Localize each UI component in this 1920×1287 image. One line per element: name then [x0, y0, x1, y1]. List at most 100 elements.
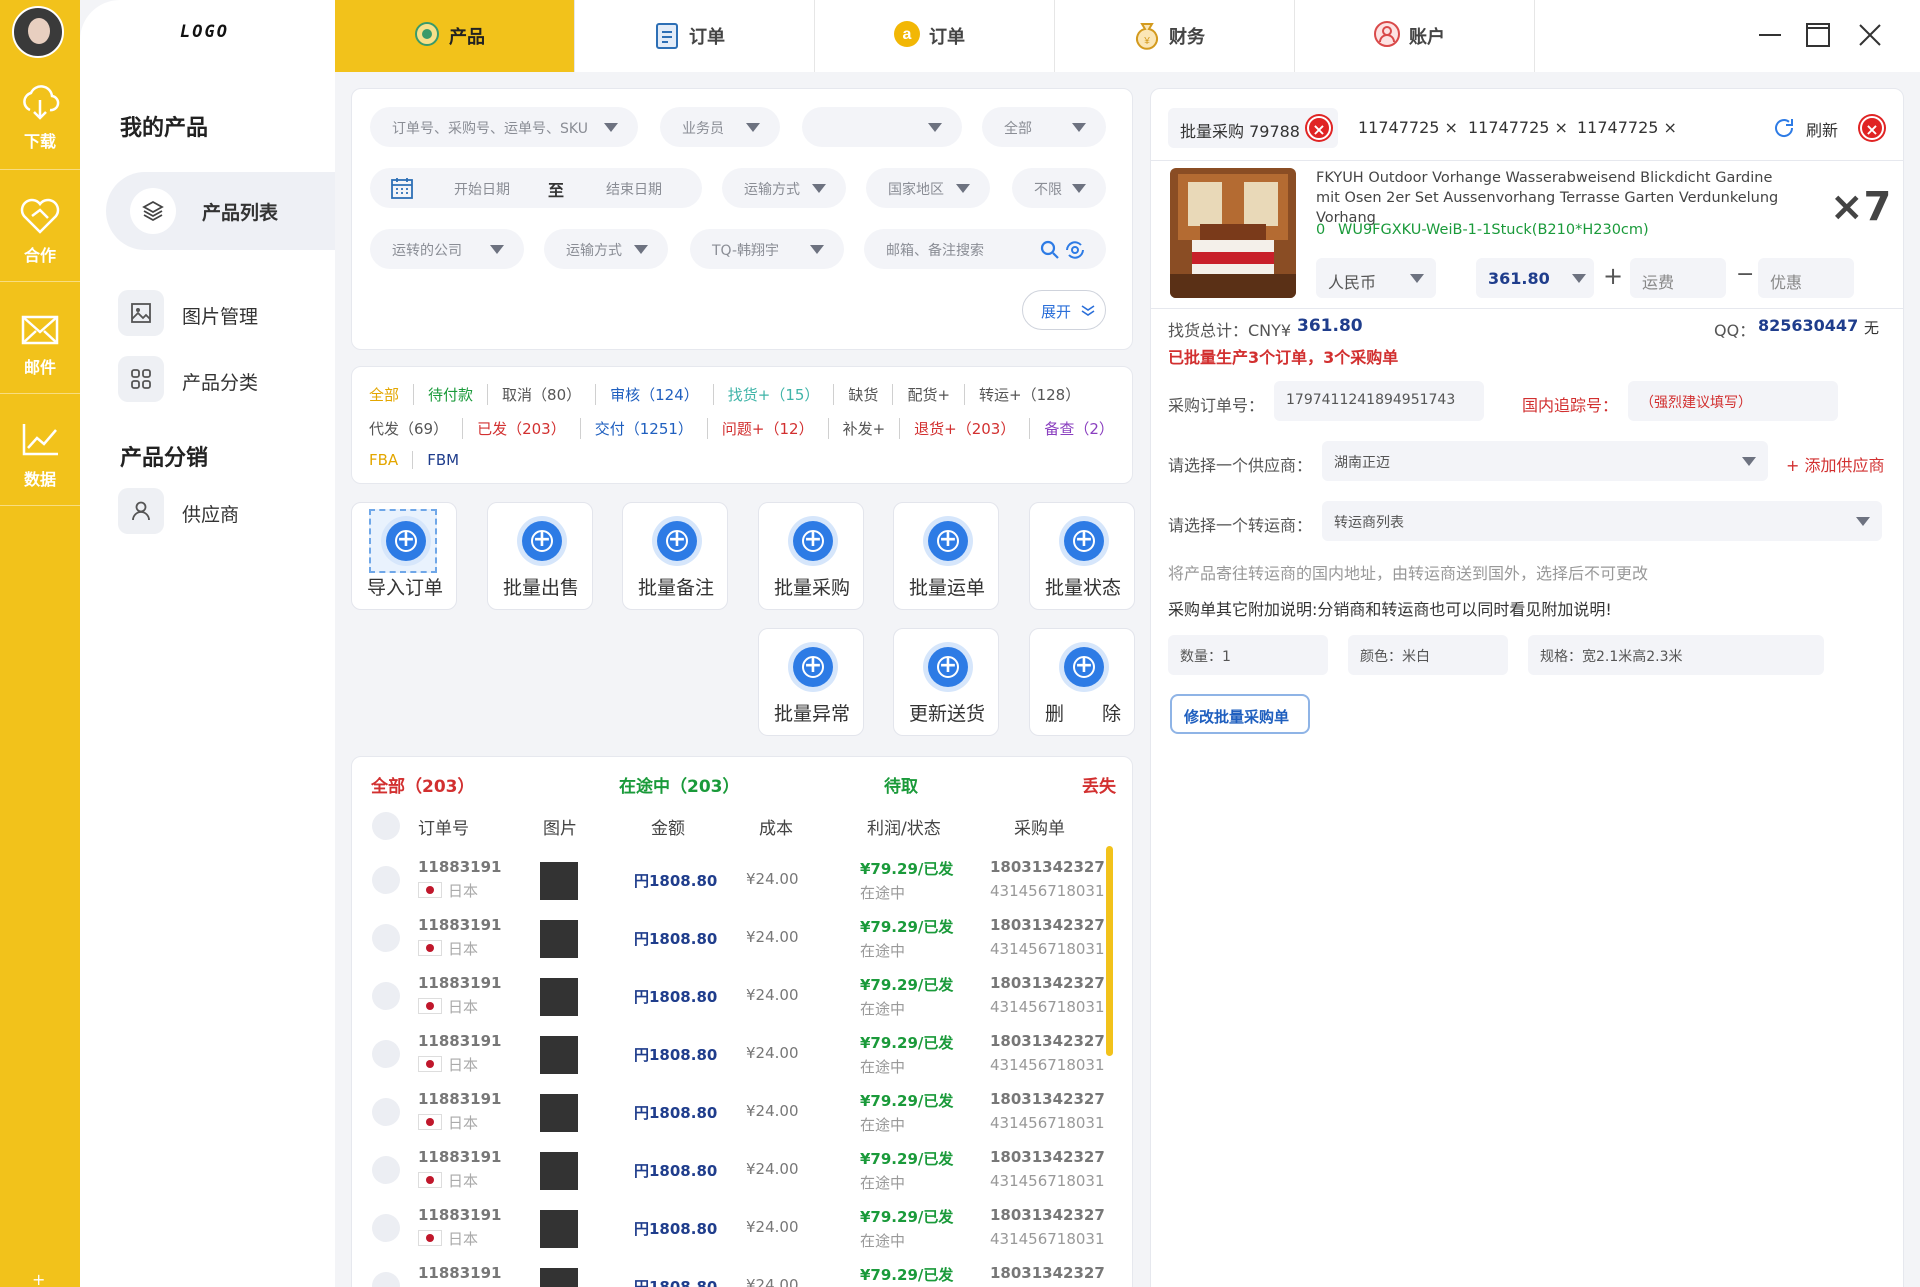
supplier-select[interactable]: 湖南正迈 [1322, 441, 1768, 481]
purchase-order[interactable]: 18031342327 [990, 1206, 1105, 1224]
staff-dropdown[interactable]: TQ-韩翔宇 [690, 229, 844, 269]
table-row[interactable]: 11883191日本円1808.80¥24.00¥79.29/已发在途中1803… [352, 914, 1105, 972]
all-dropdown[interactable]: 全部 [982, 107, 1106, 147]
column-header[interactable]: 成本 [759, 814, 793, 839]
tab-amazon-orders[interactable]: a 订单 [815, 0, 1055, 72]
currency-select[interactable]: 人民币 [1316, 258, 1436, 298]
row-checkbox[interactable] [372, 1040, 400, 1068]
search-order-dropdown[interactable]: 订单号、采购号、运单号、SKU [370, 107, 638, 147]
tab-orders[interactable]: 订单 [575, 0, 815, 72]
orders-tab-pending[interactable]: 待取 [884, 772, 918, 797]
close-panel-icon[interactable]: × [1860, 116, 1884, 140]
search-refresh-icon[interactable] [1064, 240, 1086, 260]
tracking-number[interactable]: 431456718031 [990, 998, 1105, 1016]
order-id[interactable]: 11883191 [418, 916, 502, 934]
sidebar-item-product-list[interactable]: 产品列表 [106, 172, 335, 250]
order-tab[interactable]: 11747725 × [1358, 118, 1458, 137]
product-thumbnail[interactable] [540, 1094, 578, 1132]
row-checkbox[interactable] [372, 1272, 400, 1287]
status-tag[interactable]: 待付款 [428, 384, 489, 405]
order-id[interactable]: 11883191 [418, 1206, 502, 1224]
order-id[interactable]: 11883191 [418, 858, 502, 876]
status-tag[interactable]: 问题+（12） [722, 418, 829, 439]
purchase-order[interactable]: 18031342327 [990, 1264, 1105, 1282]
tab-finance[interactable]: ¥ 财务 [1055, 0, 1295, 72]
forwarder-company-dropdown[interactable]: 运转的公司 [370, 229, 524, 269]
refresh-button[interactable]: 刷新 [1806, 117, 1838, 141]
order-tab[interactable]: 11747725 × [1577, 118, 1677, 137]
status-tag[interactable]: FBA [369, 451, 414, 469]
spec-field[interactable]: 规格：宽2.1米高2.3米 [1528, 635, 1824, 675]
purchase-order[interactable]: 18031342327 [990, 1032, 1105, 1050]
tracking-number[interactable]: 431456718031 [990, 1056, 1105, 1074]
product-thumbnail[interactable] [540, 1210, 578, 1248]
add-supplier-link[interactable]: + 添加供应商 [1786, 452, 1885, 476]
date-range-picker[interactable]: 开始日期 至 结束日期 [370, 168, 702, 208]
sidebar-item-categories[interactable]: 产品分类 [118, 356, 318, 402]
row-checkbox[interactable] [372, 982, 400, 1010]
status-tag[interactable]: 转运+（128） [979, 384, 1094, 405]
order-tab[interactable]: 11747725 × [1468, 118, 1568, 137]
purchase-order[interactable]: 18031342327 [990, 1148, 1105, 1166]
sidebar-item-suppliers[interactable]: 供应商 [118, 488, 318, 534]
row-checkbox[interactable] [372, 1156, 400, 1184]
price-input[interactable]: 361.80 [1476, 258, 1594, 298]
table-row[interactable]: 11883191日本円1808.80¥24.00¥79.29/已发在途中1803… [352, 972, 1105, 1030]
rail-bottom[interactable]: + [32, 1270, 45, 1287]
column-header[interactable]: 利润/状态 [867, 814, 941, 839]
table-row[interactable]: 11883191日本円1808.80¥24.00¥79.29/已发在途中1803… [352, 1262, 1105, 1287]
tracking-number[interactable]: 431456718031 [990, 940, 1105, 958]
discount-input[interactable]: 优惠 [1758, 258, 1854, 298]
purchase-order[interactable]: 18031342327 [990, 858, 1105, 876]
table-row[interactable]: 11883191日本円1808.80¥24.00¥79.29/已发在途中1803… [352, 1088, 1105, 1146]
country-dropdown[interactable]: 国家地区 [866, 168, 990, 208]
rail-item-download[interactable]: 下载 [0, 60, 80, 170]
avatar[interactable] [12, 6, 64, 58]
blank-dropdown[interactable] [802, 107, 962, 147]
update-delivery-button[interactable]: 更新送货 [893, 628, 999, 736]
status-tag[interactable]: 找货+（15） [728, 384, 835, 405]
quantity-field[interactable]: 数量：1 [1168, 635, 1328, 675]
status-tag[interactable]: 退货+（203） [914, 418, 1031, 439]
purchase-order[interactable]: 18031342327 [990, 916, 1105, 934]
row-checkbox[interactable] [372, 866, 400, 894]
po-number-input[interactable]: 1797411241894951743 [1274, 381, 1484, 421]
table-row[interactable]: 11883191日本円1808.80¥24.00¥79.29/已发在途中1803… [352, 1204, 1105, 1262]
order-id[interactable]: 11883191 [418, 974, 502, 992]
expand-button[interactable]: 展开 [1022, 290, 1106, 330]
tracking-number-input[interactable]: （强烈建议填写） [1628, 381, 1838, 421]
tracking-number[interactable]: 431456718031 [990, 1172, 1105, 1190]
row-checkbox[interactable] [372, 924, 400, 952]
product-thumbnail[interactable] [540, 1152, 578, 1190]
refresh-icon[interactable] [1772, 116, 1796, 140]
sidebar-item-images[interactable]: 图片管理 [118, 290, 318, 336]
product-thumbnail[interactable] [540, 978, 578, 1016]
status-tag[interactable]: 已发（203） [477, 418, 581, 439]
shipping-method-dropdown[interactable]: 运输方式 [722, 168, 846, 208]
purchase-order[interactable]: 18031342327 [990, 974, 1105, 992]
table-row[interactable]: 11883191日本円1808.80¥24.00¥79.29/已发在途中1803… [352, 856, 1105, 914]
select-all-checkbox[interactable] [372, 812, 400, 840]
product-thumbnail[interactable] [540, 920, 578, 958]
batch-purchase-button[interactable]: 批量采购 [758, 502, 864, 610]
status-tag[interactable]: 取消（80） [502, 384, 597, 405]
tracking-number[interactable]: 431456718031 [990, 1230, 1105, 1248]
import-orders-button[interactable]: 导入订单 [351, 502, 457, 610]
tab-product[interactable]: 产品 [335, 0, 575, 72]
tracking-number[interactable]: 431456718031 [990, 1114, 1105, 1132]
batch-note-button[interactable]: 批量备注 [622, 502, 728, 610]
order-id[interactable]: 11883191 [418, 1032, 502, 1050]
row-checkbox[interactable] [372, 1214, 400, 1242]
order-id[interactable]: 11883191 [418, 1264, 502, 1282]
search-icon[interactable] [1040, 240, 1060, 260]
close-icon[interactable] [1853, 18, 1887, 52]
close-tab-icon[interactable]: × [1307, 116, 1331, 140]
shipping-fee-input[interactable]: 运费 [1630, 258, 1726, 298]
orders-tab-lost[interactable]: 丢失 [1082, 772, 1116, 797]
table-row[interactable]: 11883191日本円1808.80¥24.00¥79.29/已发在途中1803… [352, 1030, 1105, 1088]
status-tag[interactable]: 交付（1251） [595, 418, 708, 439]
row-checkbox[interactable] [372, 1098, 400, 1126]
tab-account[interactable]: 账户 [1295, 0, 1535, 72]
orders-tab-all[interactable]: 全部（203） [371, 772, 475, 797]
batch-waybill-button[interactable]: 批量运单 [893, 502, 999, 610]
